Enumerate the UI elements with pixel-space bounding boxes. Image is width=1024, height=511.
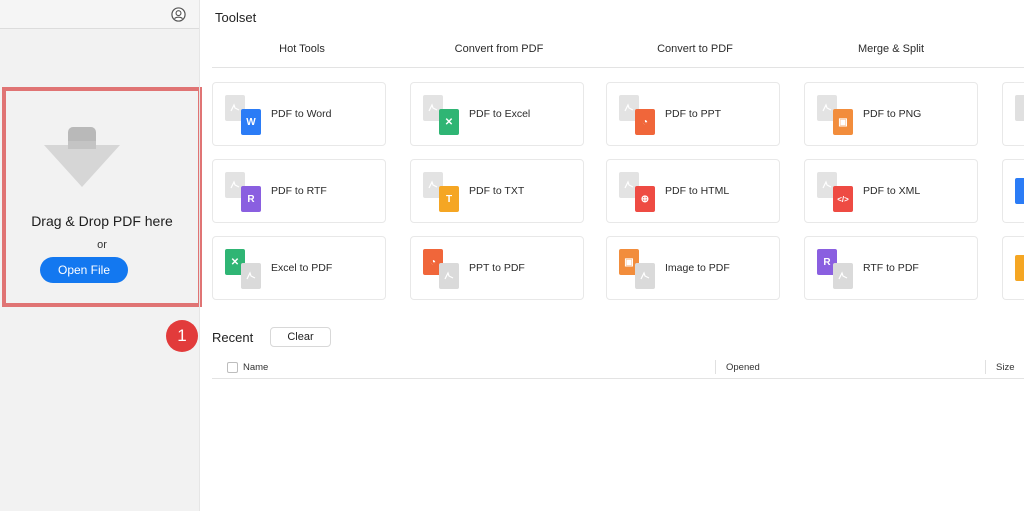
pdf-acrobat-icon	[838, 271, 848, 280]
or-separator: or	[97, 239, 107, 251]
sidebar-header	[0, 0, 199, 29]
rtf-icon: R	[817, 249, 859, 289]
tool-label: PDF to HTML	[665, 185, 730, 197]
xml-icon: </>	[817, 172, 859, 212]
tool-label: Image to PDF	[665, 262, 730, 274]
tool-card[interactable]: ◔ PPT to PDF	[410, 236, 584, 300]
tool-card[interactable]: ✕ PDF to Excel	[410, 82, 584, 146]
tool-label: PDF to Excel	[469, 108, 531, 120]
pdf-acrobat-icon	[444, 271, 454, 280]
pdf-acrobat-icon	[428, 180, 438, 189]
tool-label: PDF to RTF	[271, 185, 327, 197]
open-file-button[interactable]: Open File	[40, 257, 128, 283]
tool-card-partial[interactable]	[1002, 159, 1024, 223]
tool-card[interactable]: ⊕ PDF to HTML	[606, 159, 780, 223]
word-icon: W	[225, 95, 267, 135]
pdf-acrobat-icon	[822, 103, 832, 112]
tool-card[interactable]: ◔ PDF to PPT	[606, 82, 780, 146]
tool-card-partial[interactable]	[1002, 82, 1024, 146]
pdf-acrobat-icon	[428, 103, 438, 112]
tool-label: PDF to PPT	[665, 108, 722, 120]
tool-label: Excel to PDF	[271, 262, 333, 274]
sidebar: Drag & Drop PDF here or Open File	[0, 0, 202, 511]
main-panel: Toolset Hot Tools Convert from PDF Conve…	[166, 0, 1024, 511]
tool-label: PDF to XML	[863, 185, 921, 197]
html-icon: ⊕	[619, 172, 661, 212]
user-avatar-icon[interactable]	[171, 7, 186, 22]
pdf-acrobat-icon	[822, 180, 832, 189]
tool-card[interactable]: T PDF to TXT	[410, 159, 584, 223]
tool-label: PDF to TXT	[469, 185, 525, 197]
pdf-acrobat-icon	[246, 271, 256, 280]
image-icon: ▣	[817, 95, 859, 135]
tool-card[interactable]: R PDF to RTF	[212, 159, 386, 223]
step-badge: 1	[166, 320, 198, 352]
excel-icon: ✕	[225, 249, 267, 289]
excel-icon: ✕	[423, 95, 465, 135]
recent-title: Recent	[212, 330, 254, 345]
select-all-checkbox[interactable]	[227, 362, 238, 373]
pdf-acrobat-icon	[230, 180, 240, 189]
rtf-icon: R	[225, 172, 267, 212]
image-icon: ▣	[619, 249, 661, 289]
tool-card[interactable]: ▣ PDF to PNG	[804, 82, 978, 146]
tool-label: PPT to PDF	[469, 262, 525, 274]
clear-recent-button[interactable]: Clear	[270, 327, 331, 347]
tool-card[interactable]: W PDF to Word	[212, 82, 386, 146]
column-opened[interactable]: Opened	[726, 362, 760, 373]
tab-convert-from-pdf[interactable]: Convert from PDF	[455, 43, 544, 55]
tool-icon	[1015, 255, 1024, 281]
drop-instruction: Drag & Drop PDF here	[31, 213, 173, 229]
column-divider	[715, 360, 716, 374]
tab-merge-split[interactable]: Merge & Split	[858, 43, 924, 55]
ppt-icon: ◔	[619, 95, 661, 135]
tool-label: RTF to PDF	[863, 262, 919, 274]
tool-card-partial[interactable]	[1002, 236, 1024, 300]
tool-card[interactable]: ✕ Excel to PDF	[212, 236, 386, 300]
tool-label: PDF to Word	[271, 108, 332, 120]
tool-icon	[1015, 178, 1024, 204]
column-size[interactable]: Size	[996, 362, 1014, 373]
toolset-tabs: Hot Tools Convert from PDF Convert to PD…	[212, 36, 1024, 68]
tool-card[interactable]: ▣ Image to PDF	[606, 236, 780, 300]
pdf-acrobat-icon	[624, 103, 634, 112]
tab-hot-tools[interactable]: Hot Tools	[279, 43, 325, 55]
ppt-icon: ◔	[423, 249, 465, 289]
pdf-acrobat-icon	[230, 103, 240, 112]
tool-label: PDF to PNG	[863, 108, 922, 120]
download-arrow-icon	[44, 127, 120, 187]
recent-table-header: Name Opened Size	[212, 357, 1024, 379]
tool-card[interactable]: </> PDF to XML	[804, 159, 978, 223]
toolset-title: Toolset	[215, 10, 257, 25]
pdf-acrobat-icon	[624, 180, 634, 189]
column-divider	[985, 360, 986, 374]
pdf-acrobat-icon	[640, 271, 650, 280]
tab-convert-to-pdf[interactable]: Convert to PDF	[657, 43, 733, 55]
tool-icon	[1015, 95, 1024, 121]
txt-icon: T	[423, 172, 465, 212]
column-name[interactable]: Name	[243, 362, 268, 373]
drop-zone[interactable]: Drag & Drop PDF here or Open File	[2, 87, 202, 307]
tool-card[interactable]: R RTF to PDF	[804, 236, 978, 300]
